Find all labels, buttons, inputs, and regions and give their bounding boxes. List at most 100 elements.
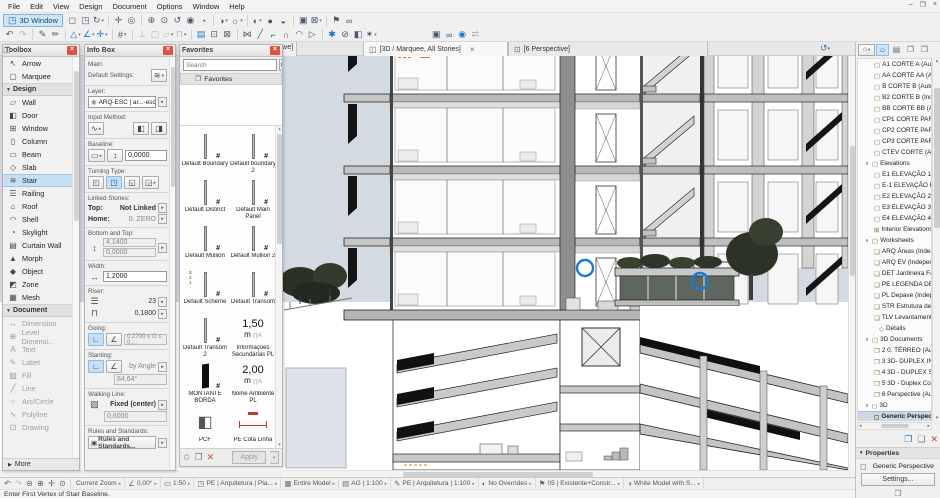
favorite-item-montante-borda[interactable]: #MONTANTE BORDA — [181, 358, 229, 404]
layer-flyout-button[interactable]: ▸ — [158, 97, 167, 107]
navigator-item-interior-elevations[interactable]: ⊞Interior Elevations — [858, 224, 931, 235]
toolbox-scrollbar[interactable] — [72, 57, 79, 458]
intersect-icon[interactable]: ∩ — [280, 28, 293, 41]
favorites-tree-area[interactable] — [180, 85, 282, 126]
favorite-item-default-transom[interactable]: #Default Transom — [229, 266, 277, 312]
favorites-close-icon[interactable]: × — [270, 46, 280, 55]
tab-close-icon[interactable]: × — [470, 45, 475, 54]
menu-window[interactable]: Window — [188, 2, 225, 11]
slanting-mode-button[interactable]: ▸ — [158, 362, 167, 372]
fit-view-icon[interactable]: ⊙ — [57, 478, 68, 489]
3d-window-toggle[interactable]: ◳ 3D Window — [3, 14, 63, 27]
going-range-field[interactable]: 0,2700 ≤ G ≤ 0,... — [124, 334, 167, 345]
layer-select[interactable]: ◉ ARQ-ESC | ar...-escada.ARQ — [88, 96, 156, 108]
fit-in-window-icon[interactable]: ⊕ — [145, 14, 158, 27]
going-rule-2-button[interactable]: ∠ — [106, 333, 122, 346]
resize-icon[interactable]: ▷ — [306, 28, 319, 41]
menu-file[interactable]: File — [3, 2, 25, 11]
favorite-item-pe-cota-linha[interactable]: PE Cota Linha — [229, 404, 277, 448]
navigator-item-a1-corte-a-auto-r[interactable]: ▢A1 CORTE A (Auto-r... — [858, 59, 931, 70]
navigator-item-5-3d-duplex-cobe[interactable]: ❐5 3D - Duplex Cobe... — [858, 378, 931, 389]
baseline-offset-button[interactable]: ↕ — [107, 149, 123, 162]
navigator-item-cp2-corte-parcial[interactable]: ▢CP2 CORTE PARCIAL... — [858, 125, 931, 136]
toolbox-item-zone[interactable]: ◩Zone — [3, 278, 72, 291]
suspend-groups-icon[interactable]: ⊘ — [339, 28, 352, 41]
snap-guides-icon[interactable]: ∠▾ — [82, 28, 96, 41]
navigator-item-b2-corte-b-indepe[interactable]: ▢B2 CORTE B (Indepe... — [858, 92, 931, 103]
geometry-method-button[interactable]: ∿▸ — [88, 122, 104, 135]
toolbox-item-level-dimensi[interactable]: ⊕Level Dimensi... — [3, 330, 72, 343]
navigator-item-e2-eleva-o-2-aut[interactable]: ▢E2 ELEVAÇÃO 2 (Aut... — [858, 191, 931, 202]
snap-points-icon[interactable]: ✛▾ — [96, 28, 109, 41]
navigator-item-3d[interactable]: ∨◻3D — [858, 400, 931, 411]
render-settings-icon[interactable]: ◒ — [277, 14, 290, 27]
favorite-item-default-mullion[interactable]: #Default Mullion — [181, 220, 229, 266]
orbit-view-icon[interactable]: ↺ — [171, 14, 184, 27]
trace-reference-icon[interactable]: ⊠ — [221, 28, 234, 41]
apply-button[interactable]: Apply — [232, 451, 266, 464]
info-box-scrollbar[interactable] — [169, 57, 175, 470]
guide-lines-icon[interactable]: △▾ — [69, 28, 82, 41]
toolbox-item-door[interactable]: ◧Door — [3, 109, 72, 122]
element-transfer-icon[interactable]: ▱▾ — [162, 28, 175, 41]
send-receive-icon[interactable]: ⇄ — [469, 28, 482, 41]
pin-view-icon[interactable]: ⚑ — [330, 14, 343, 27]
navigator-item-aa-corte-aa-auto[interactable]: ▢AA CORTE AA (Auto... — [858, 70, 931, 81]
toolbox-item-label[interactable]: ✎Label — [3, 356, 72, 369]
explode-icon[interactable]: ✶▾ — [365, 28, 378, 41]
navigator-item-cp1-corte-parcial[interactable]: ▢CP1 CORTE PARCIAL... — [858, 114, 931, 125]
toolbox-item-mesh[interactable]: ▦Mesh — [3, 291, 72, 304]
toolbox-item-arc-circle[interactable]: ○Arc/Circle — [3, 395, 72, 408]
zoom-in-icon[interactable]: ⊕ — [35, 478, 46, 489]
menu-view[interactable]: View — [48, 2, 74, 11]
navigator-item-4-3d-duplex-supe[interactable]: ❐4 3D - DUPLEX SUPE... — [858, 367, 931, 378]
toolbox-item-beam[interactable]: ▭Beam — [3, 148, 72, 161]
riser-height-button[interactable]: ▸ — [158, 309, 167, 319]
navigator-item-ctev-corte-auto[interactable]: ▢CTEV CORTE (Auto-... — [858, 147, 931, 158]
navigator-item-worksheets[interactable]: ∨▢Worksheets — [858, 235, 931, 246]
baseline-position-button[interactable]: ▭▸ — [88, 149, 105, 162]
teamwork-icon[interactable]: ◉ — [456, 28, 469, 41]
look-around-icon[interactable]: ◎ — [125, 14, 138, 27]
fillet-chamfer-icon[interactable]: ◠ — [293, 28, 306, 41]
undo-icon[interactable]: ↶ — [3, 28, 16, 41]
trim-icon[interactable]: ⋈ — [241, 28, 254, 41]
navigator-item-arq-ev-independe[interactable]: ❏ARQ EV (Independe... — [858, 257, 931, 268]
favorite-item-default-scheme[interactable]: 321#Default Scheme — [181, 266, 229, 312]
navigator-item-pe-legenda-de-sh[interactable]: ❏PE LEGENDA DE SH... — [858, 279, 931, 290]
toolbox-item-polyline[interactable]: ∿Polyline — [3, 408, 72, 421]
home-link-button[interactable]: ▸ — [158, 214, 167, 224]
explore-model-icon[interactable]: ◉ — [184, 14, 197, 27]
delete-item-icon[interactable]: ✕ — [930, 434, 938, 445]
favorite-item-default-distinct[interactable]: #Default Distinct — [181, 174, 229, 220]
riser-count-button[interactable]: ▸ — [158, 297, 167, 307]
publisher-icon[interactable]: ❒ — [918, 44, 931, 56]
capture-icon[interactable]: ⊠▾ — [310, 14, 323, 27]
menu-design[interactable]: Design — [74, 2, 107, 11]
floor-plan-cut-select[interactable]: ◳PE | Arquitetura | Pla...▸ — [194, 478, 281, 490]
toolbox-item-wall[interactable]: ▱Wall — [3, 96, 72, 109]
turning-type-4-button[interactable]: ◲▸ — [142, 176, 159, 189]
navigator-item-arq-reas-indepen[interactable]: ❏ARQ Áreas (Indepen... — [858, 246, 931, 257]
favorite-item-default-main-panel[interactable]: #Default Main Panel — [229, 174, 277, 220]
viewport-vertical-scrollbar[interactable] — [848, 56, 855, 470]
navigator-item-e3-eleva-o-3-aut[interactable]: ▢E3 ELEVAÇÃO 3 (Aut... — [858, 202, 931, 213]
viewport-horizontal-scrollbar[interactable] — [283, 470, 848, 477]
favorite-item-pcf[interactable]: ◧PCF — [181, 404, 229, 448]
elevation-flyout-button[interactable]: ▸ — [158, 243, 167, 253]
favorites-scrollbar[interactable]: ▴▾ — [275, 126, 282, 448]
menu-options[interactable]: Options — [152, 2, 188, 11]
zoom-in-3d-icon[interactable]: ⊙ — [158, 14, 171, 27]
partial-structure-select[interactable]: ▦Entire Model▸ — [281, 478, 339, 490]
turning-type-3-button[interactable]: ◱ — [124, 176, 140, 189]
save-current-view-icon[interactable]: ❐ — [904, 434, 912, 445]
top-elevation-field[interactable]: 4,1400 — [103, 238, 156, 247]
toolbox-item-window[interactable]: ⊞Window — [3, 122, 72, 135]
maximize-button[interactable]: ❒ — [920, 1, 926, 9]
favorites-title-bar[interactable]: Favorites × — [180, 45, 282, 57]
toolbox-title-bar[interactable]: Toolbox × — [3, 45, 79, 57]
adjust-icon[interactable]: ⌐ — [267, 28, 280, 41]
navigator-item-cp3-corte-parcial[interactable]: ▢CP3 CORTE PARCIAL... — [858, 136, 931, 147]
baseline-offset-field[interactable]: 0,0000 — [125, 150, 167, 161]
navigator-scrollbar[interactable]: ▴▾ — [932, 58, 940, 421]
